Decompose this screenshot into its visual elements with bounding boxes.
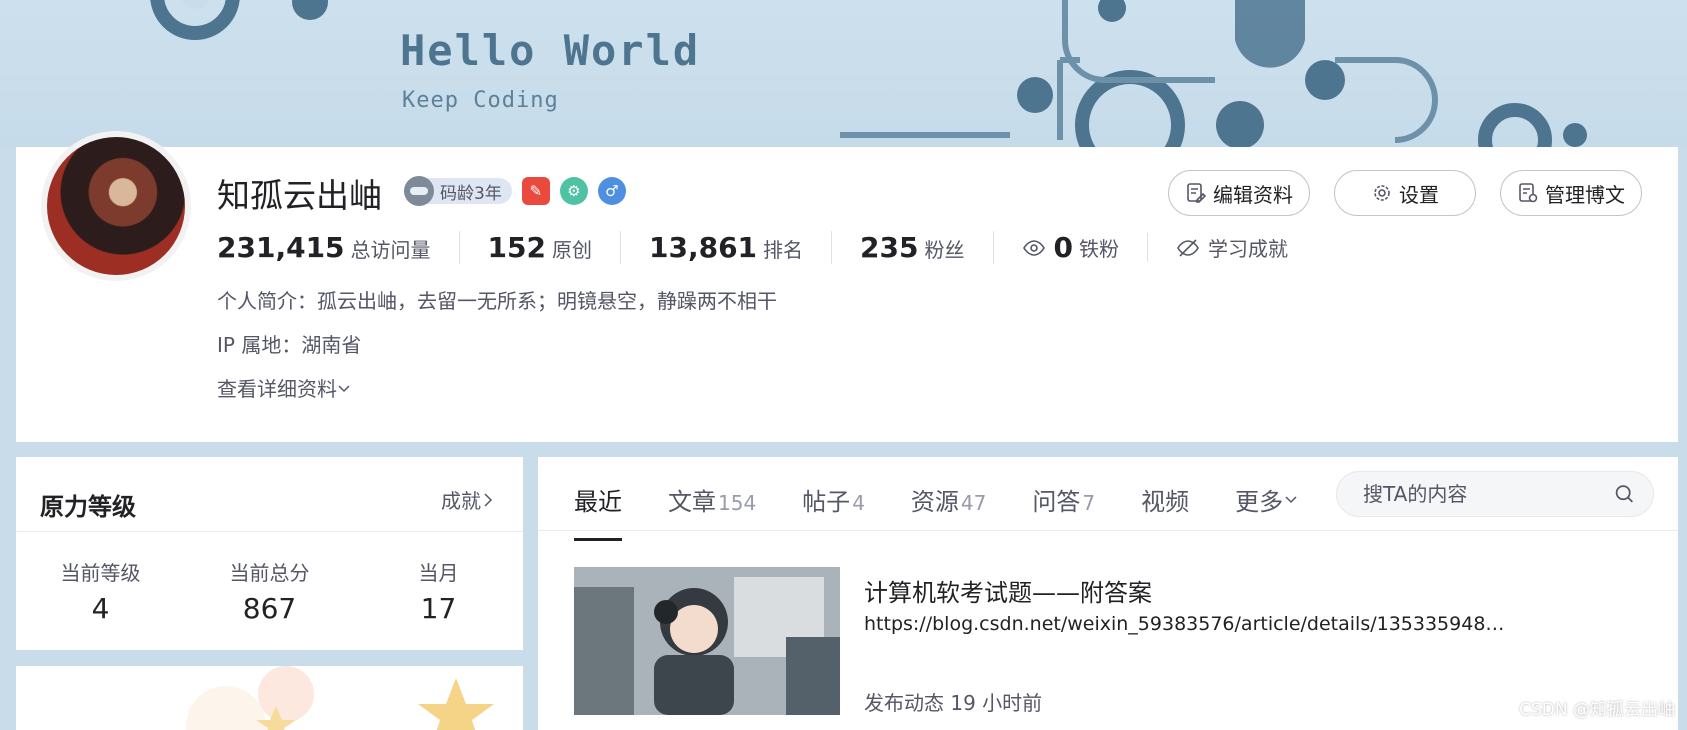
- edit-profile-label: 编辑资料: [1213, 182, 1293, 207]
- level-stat-label: 当前等级: [60, 561, 141, 585]
- level-current: 当前等级 4: [16, 557, 185, 625]
- view-details-link[interactable]: 查看详细资料: [217, 373, 351, 402]
- level-total-score: 当前总分 867: [185, 557, 354, 625]
- tab-count: 154: [718, 490, 757, 515]
- tab-label: 帖子: [802, 487, 851, 516]
- stat-original[interactable]: 152 原创: [458, 231, 620, 264]
- stat-fans[interactable]: 235 粉丝: [831, 231, 992, 264]
- code-age-badge[interactable]: 码龄3年: [404, 176, 512, 206]
- settings-button[interactable]: 设置: [1334, 170, 1476, 216]
- gear-decoration: [150, 0, 1587, 147]
- tab-count: 47: [960, 490, 987, 515]
- manage-posts-label: 管理博文: [1545, 182, 1625, 207]
- tab-qa[interactable]: 问答 7: [1032, 482, 1095, 517]
- tab-label: 文章: [668, 487, 716, 516]
- level-this-month: 当月 17: [354, 557, 523, 625]
- badge-row: 码龄3年 ✎ ⚙ ♂: [404, 176, 626, 206]
- stat-label: 铁粉: [1078, 237, 1119, 261]
- post-thumbnail-image: [574, 567, 840, 715]
- level-stats: 当前等级 4 当前总分 867 当月 17: [16, 557, 523, 625]
- level-stat-value: 867: [242, 592, 297, 625]
- tab-articles[interactable]: 文章 154: [668, 482, 756, 517]
- chevron-right-icon: [484, 492, 493, 507]
- stat-value: 235: [860, 231, 919, 264]
- stat-total-visits[interactable]: 231,415 总访问量: [217, 231, 459, 264]
- tab-count: 7: [1082, 490, 1096, 515]
- achievement-link[interactable]: 成就: [441, 485, 495, 514]
- chevron-down-icon: [338, 384, 350, 392]
- achievement-label: 学习成就: [1207, 237, 1288, 261]
- tab-more[interactable]: 更多: [1235, 482, 1299, 517]
- blog-expert-icon[interactable]: ✎: [521, 177, 550, 205]
- content-panel: 最近 文章 154 帖子 4 资源 47 问答 7 视频 更多 搜TA的内容 计…: [538, 457, 1678, 730]
- banner-subtitle: Keep Coding: [402, 88, 559, 113]
- tab-label: 问答: [1032, 487, 1081, 516]
- post-meta: 发布动态 19 小时前: [864, 691, 1043, 715]
- divider: [16, 531, 523, 532]
- user-certified-icon[interactable]: ⚙: [559, 177, 588, 205]
- gear-icon: [1374, 185, 1390, 201]
- edit-profile-button[interactable]: 编辑资料: [1168, 170, 1310, 216]
- tab-resources[interactable]: 资源 47: [911, 482, 986, 517]
- level-card-title: 原力等级: [40, 493, 136, 521]
- gender-male-icon[interactable]: ♂: [597, 177, 626, 205]
- profile-bio: 个人简介：孤云出岫，去留一无所系；明镜悬空，静躁两不相干: [217, 289, 777, 313]
- content-tabs: 最近 文章 154 帖子 4 资源 47 问答 7 视频 更多: [574, 479, 1345, 541]
- force-level-card: 原力等级 成就 当前等级 4 当前总分 867 当月 17: [16, 457, 523, 650]
- tab-posts[interactable]: 帖子 4: [802, 482, 865, 517]
- tab-label: 最近: [574, 487, 622, 516]
- post-thumbnail[interactable]: [574, 567, 840, 715]
- stat-value: 13,861: [648, 231, 758, 264]
- level-stat-label: 当前总分: [229, 561, 310, 585]
- robot-icon: [404, 176, 434, 206]
- banner-title: Hello World: [400, 26, 701, 75]
- tab-videos[interactable]: 视频: [1141, 482, 1189, 517]
- chevron-down-icon: [1285, 496, 1297, 504]
- stat-value: 0: [1053, 231, 1073, 264]
- level-stat-value: 17: [420, 592, 457, 625]
- stat-label: 粉丝: [924, 238, 965, 262]
- star-decoration-icon: [186, 666, 494, 730]
- search-input[interactable]: [1361, 481, 1614, 507]
- watermark: CSDN @知孤云出岫: [1519, 700, 1675, 720]
- stat-achievement[interactable]: 学习成就: [1146, 233, 1316, 262]
- edit-doc-icon: [1187, 183, 1207, 203]
- eye-off-icon: [1177, 238, 1199, 257]
- content-search: [1336, 471, 1654, 517]
- tab-label: 视频: [1141, 487, 1190, 516]
- avatar[interactable]: [41, 131, 191, 281]
- level-stat-label: 当月: [418, 561, 459, 585]
- profile-banner: Hello World Keep Coding: [0, 0, 1687, 147]
- ip-location: IP 属地：湖南省: [217, 333, 362, 357]
- stat-label: 原创: [551, 238, 592, 262]
- stat-label: 排名: [763, 238, 804, 262]
- post-url[interactable]: https://blog.csdn.net/weixin_59383576/ar…: [864, 613, 1514, 635]
- profile-actions: 编辑资料 设置 管理博文: [1168, 170, 1642, 216]
- tab-label: 更多: [1235, 487, 1284, 516]
- stat-value: 152: [487, 231, 546, 264]
- tab-count: 4: [852, 490, 865, 515]
- profile-name: 知孤云出岫: [217, 176, 382, 215]
- achievement-link-label: 成就: [441, 489, 481, 513]
- promo-banner[interactable]: [16, 666, 523, 730]
- tab-recent[interactable]: 最近: [574, 482, 622, 541]
- stats-row: 231,415 总访问量 152 原创 13,861 排名 235 粉丝 0 铁…: [217, 231, 1316, 264]
- stat-label: 总访问量: [350, 238, 431, 262]
- post-title[interactable]: 计算机软考试题——附答案: [864, 573, 1564, 608]
- stat-iron-fans[interactable]: 0 铁粉: [992, 231, 1147, 264]
- stat-rank[interactable]: 13,861 排名: [619, 231, 831, 264]
- settings-label: 设置: [1399, 182, 1439, 207]
- manage-doc-icon: [1519, 183, 1538, 203]
- view-details-label: 查看详细资料: [217, 377, 337, 401]
- tab-label: 资源: [910, 487, 959, 516]
- level-stat-value: 4: [91, 592, 110, 625]
- divider: [538, 530, 1678, 531]
- stat-value: 231,415: [217, 231, 345, 264]
- profile-card: 知孤云出岫 码龄3年 ✎ ⚙ ♂ 编辑资料 设置 管理博文 231,415 总访…: [16, 131, 1678, 442]
- code-age-label: 码龄3年: [440, 183, 502, 204]
- search-icon[interactable]: [1614, 482, 1635, 506]
- eye-icon: [1022, 239, 1045, 256]
- manage-posts-button[interactable]: 管理博文: [1500, 170, 1642, 216]
